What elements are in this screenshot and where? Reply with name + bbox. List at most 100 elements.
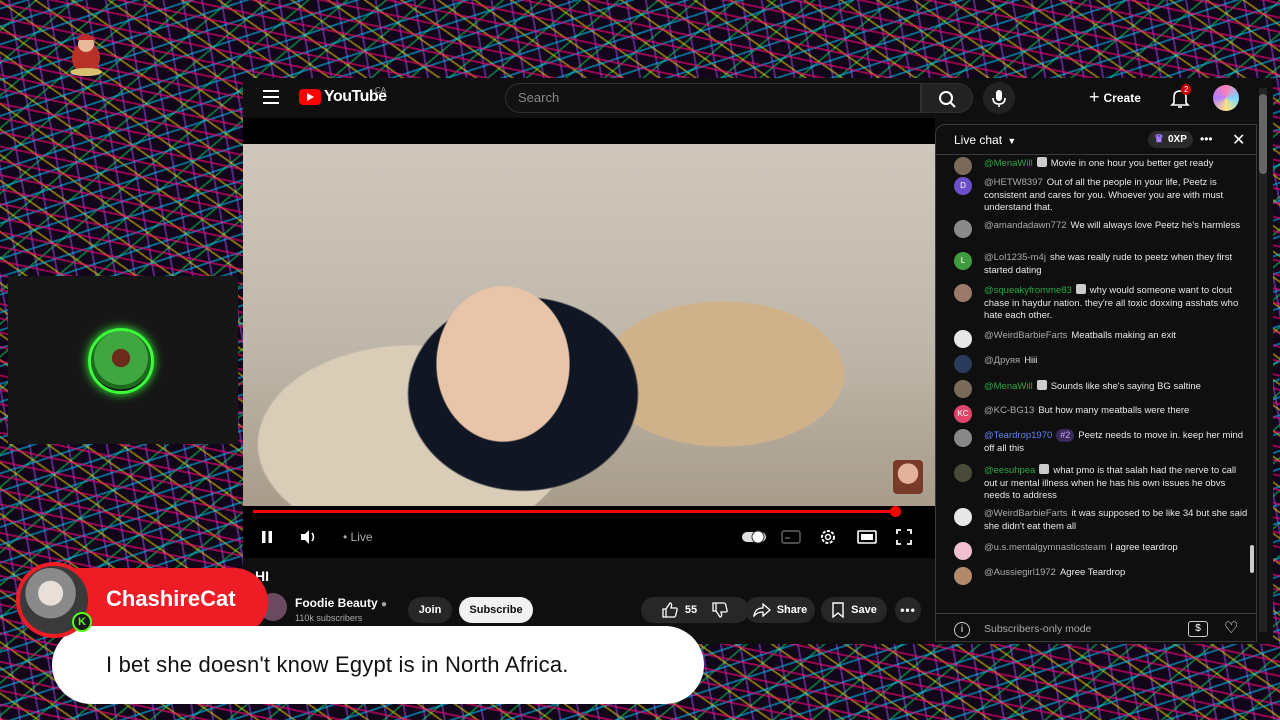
chat-scrollbar[interactable]: [1250, 545, 1254, 573]
xp-badge[interactable]: 0XP: [1148, 131, 1193, 148]
chat-author-name[interactable]: @KC-BG13: [984, 405, 1034, 416]
subtitles-button[interactable]: [781, 526, 801, 548]
chat-mode-label: Subscribers-only mode: [984, 623, 1092, 635]
thumbs-up-icon[interactable]: [661, 602, 679, 618]
info-icon[interactable]: i: [954, 622, 970, 638]
search-button[interactable]: [921, 83, 973, 113]
search-input[interactable]: Search: [505, 83, 921, 113]
chat-message[interactable]: @amandadawn772 We will always love Peetz …: [954, 220, 1248, 238]
chat-message[interactable]: @Aussiegirl1972 Agree Teardrop: [954, 567, 1248, 585]
chat-author-avatar[interactable]: [954, 355, 972, 373]
more-actions-button[interactable]: •••: [895, 597, 921, 623]
chat-message[interactable]: @MenaWill Sounds like she's saying BG sal…: [954, 380, 1248, 398]
video-player[interactable]: • Live: [243, 118, 935, 558]
chat-author-avatar[interactable]: [954, 567, 972, 585]
chat-message[interactable]: @squeakyfromme83 why would someone want t…: [954, 284, 1248, 323]
menu-icon[interactable]: [263, 90, 279, 104]
chat-author-avatar[interactable]: [954, 220, 972, 238]
chat-message[interactable]: KC @KC-BG13 But how many meatballs were th…: [954, 405, 1248, 423]
like-dislike-group[interactable]: 55: [641, 597, 749, 623]
chat-author-avatar[interactable]: [954, 380, 972, 398]
chat-message[interactable]: L @Lol1235-m4j she was really rude to peet…: [954, 252, 1248, 277]
page-scrollbar[interactable]: [1259, 88, 1267, 632]
chat-message[interactable]: D @HETW8397 Out of all the people in your …: [954, 177, 1248, 215]
chat-author-avatar[interactable]: D: [954, 177, 972, 195]
chat-author-avatar[interactable]: L: [954, 252, 972, 270]
chat-message-text: Meatballs making an exit: [1071, 330, 1176, 341]
alert-message: I bet she doesn't know Egypt is in North…: [106, 652, 569, 677]
chat-footer: i Subscribers-only mode $ ♡: [936, 613, 1256, 641]
heart-icon[interactable]: ♡: [1224, 618, 1238, 638]
chat-author-name[interactable]: @u.s.mentalgymnasticsteam: [984, 542, 1106, 553]
chat-message[interactable]: @Teardrop1970 #2 Peetz needs to move in. k…: [954, 429, 1248, 455]
progress-scrubber[interactable]: [890, 506, 901, 517]
chat-message[interactable]: @u.s.mentalgymnasticsteam I agree teardro…: [954, 542, 1248, 560]
chat-message-text: Sounds like she's saying BG saltine: [1050, 381, 1201, 392]
channel-name[interactable]: Foodie Beauty ●: [295, 596, 387, 610]
fullscreen-icon: [896, 529, 912, 545]
chat-message[interactable]: @MenaWill Movie in one hour you better ge…: [954, 157, 1248, 175]
verified-icon: ●: [381, 599, 388, 610]
chat-message-body: @u.s.mentalgymnasticsteam I agree teardro…: [984, 542, 1248, 555]
theater-mode-button[interactable]: [857, 526, 877, 548]
chat-author-name[interactable]: @Teardrop1970: [984, 430, 1052, 441]
volume-button[interactable]: [299, 526, 319, 548]
create-button[interactable]: + Create: [1089, 87, 1141, 108]
chat-author-avatar[interactable]: [954, 284, 972, 302]
chat-author-name[interactable]: @squeakyfromme83: [984, 285, 1072, 296]
chat-author-name[interactable]: @amandadawn772: [984, 220, 1067, 231]
save-button[interactable]: Save: [821, 597, 887, 623]
close-icon[interactable]: ✕: [1232, 130, 1245, 150]
chat-author-name[interactable]: @WeirdBarbieFarts: [984, 508, 1067, 519]
chat-more-icon[interactable]: •••: [1200, 132, 1213, 146]
chat-author-name[interactable]: @eesuhpea: [984, 465, 1035, 476]
youtube-logo[interactable]: YouTube: [299, 88, 387, 106]
fullscreen-button[interactable]: [895, 526, 913, 548]
chat-author-avatar[interactable]: [954, 464, 972, 482]
chat-author-avatar[interactable]: [954, 508, 972, 526]
chat-title-dropdown[interactable]: Live chat ▼: [954, 133, 1016, 147]
chat-message-body: @WeirdBarbieFarts Meatballs making an exi…: [984, 330, 1248, 343]
chat-author-name[interactable]: @MenaWill: [984, 381, 1033, 392]
chat-author-avatar[interactable]: [954, 157, 972, 175]
chat-author-name[interactable]: @Aussiegirl1972: [984, 567, 1056, 578]
progress-bar[interactable]: [253, 506, 901, 517]
chat-author-avatar[interactable]: [954, 429, 972, 447]
chat-message-body: @Aussiegirl1972 Agree Teardrop: [984, 567, 1248, 580]
chat-message-list[interactable]: @MenaWill Movie in one hour you better ge…: [936, 157, 1248, 605]
search-icon: [939, 91, 956, 108]
chat-author-name[interactable]: @HETW8397: [984, 177, 1043, 188]
autoplay-toggle[interactable]: [741, 526, 767, 548]
plus-icon: +: [1089, 87, 1100, 107]
chat-author-name[interactable]: @Друяя: [984, 355, 1020, 366]
subscriber-count: 110k subscribers: [295, 613, 363, 623]
chat-author-avatar[interactable]: [954, 330, 972, 348]
chat-author-name[interactable]: @WeirdBarbieFarts: [984, 330, 1067, 341]
chat-message-body: @Lol1235-m4j she was really rude to peetz…: [984, 252, 1248, 277]
settings-button[interactable]: [819, 526, 837, 548]
chat-message[interactable]: @WeirdBarbieFarts Meatballs making an exi…: [954, 330, 1248, 348]
progress-fill: [253, 510, 895, 513]
video-frame[interactable]: [243, 144, 935, 506]
gear-icon: [821, 530, 835, 544]
toggle-icon: [742, 530, 766, 544]
thumbs-down-icon[interactable]: [711, 602, 729, 618]
account-avatar[interactable]: [1213, 85, 1239, 111]
video-inset-thumbnail: [893, 460, 923, 494]
chat-author-avatar[interactable]: [954, 542, 972, 560]
subtitles-icon: [781, 530, 801, 544]
subscribe-button[interactable]: Subscribe: [459, 597, 533, 623]
share-button[interactable]: Share: [745, 597, 815, 623]
chat-message[interactable]: @WeirdBarbieFarts it was supposed to be l…: [954, 508, 1248, 533]
super-chat-icon[interactable]: $: [1188, 621, 1208, 637]
pause-button[interactable]: [259, 526, 275, 548]
join-button[interactable]: Join: [408, 597, 452, 623]
chat-message[interactable]: @Друяя Hiii: [954, 355, 1248, 373]
chat-author-name[interactable]: @Lol1235-m4j: [984, 252, 1046, 263]
voice-search-button[interactable]: [983, 82, 1015, 114]
chat-author-name[interactable]: @MenaWill: [984, 158, 1033, 169]
chat-author-avatar[interactable]: KC: [954, 405, 972, 423]
chat-message-body: @HETW8397 Out of all the people in your l…: [984, 177, 1248, 215]
chat-message[interactable]: @eesuhpea what pmo is that salah had the …: [954, 464, 1248, 503]
live-indicator[interactable]: • Live: [343, 526, 373, 548]
